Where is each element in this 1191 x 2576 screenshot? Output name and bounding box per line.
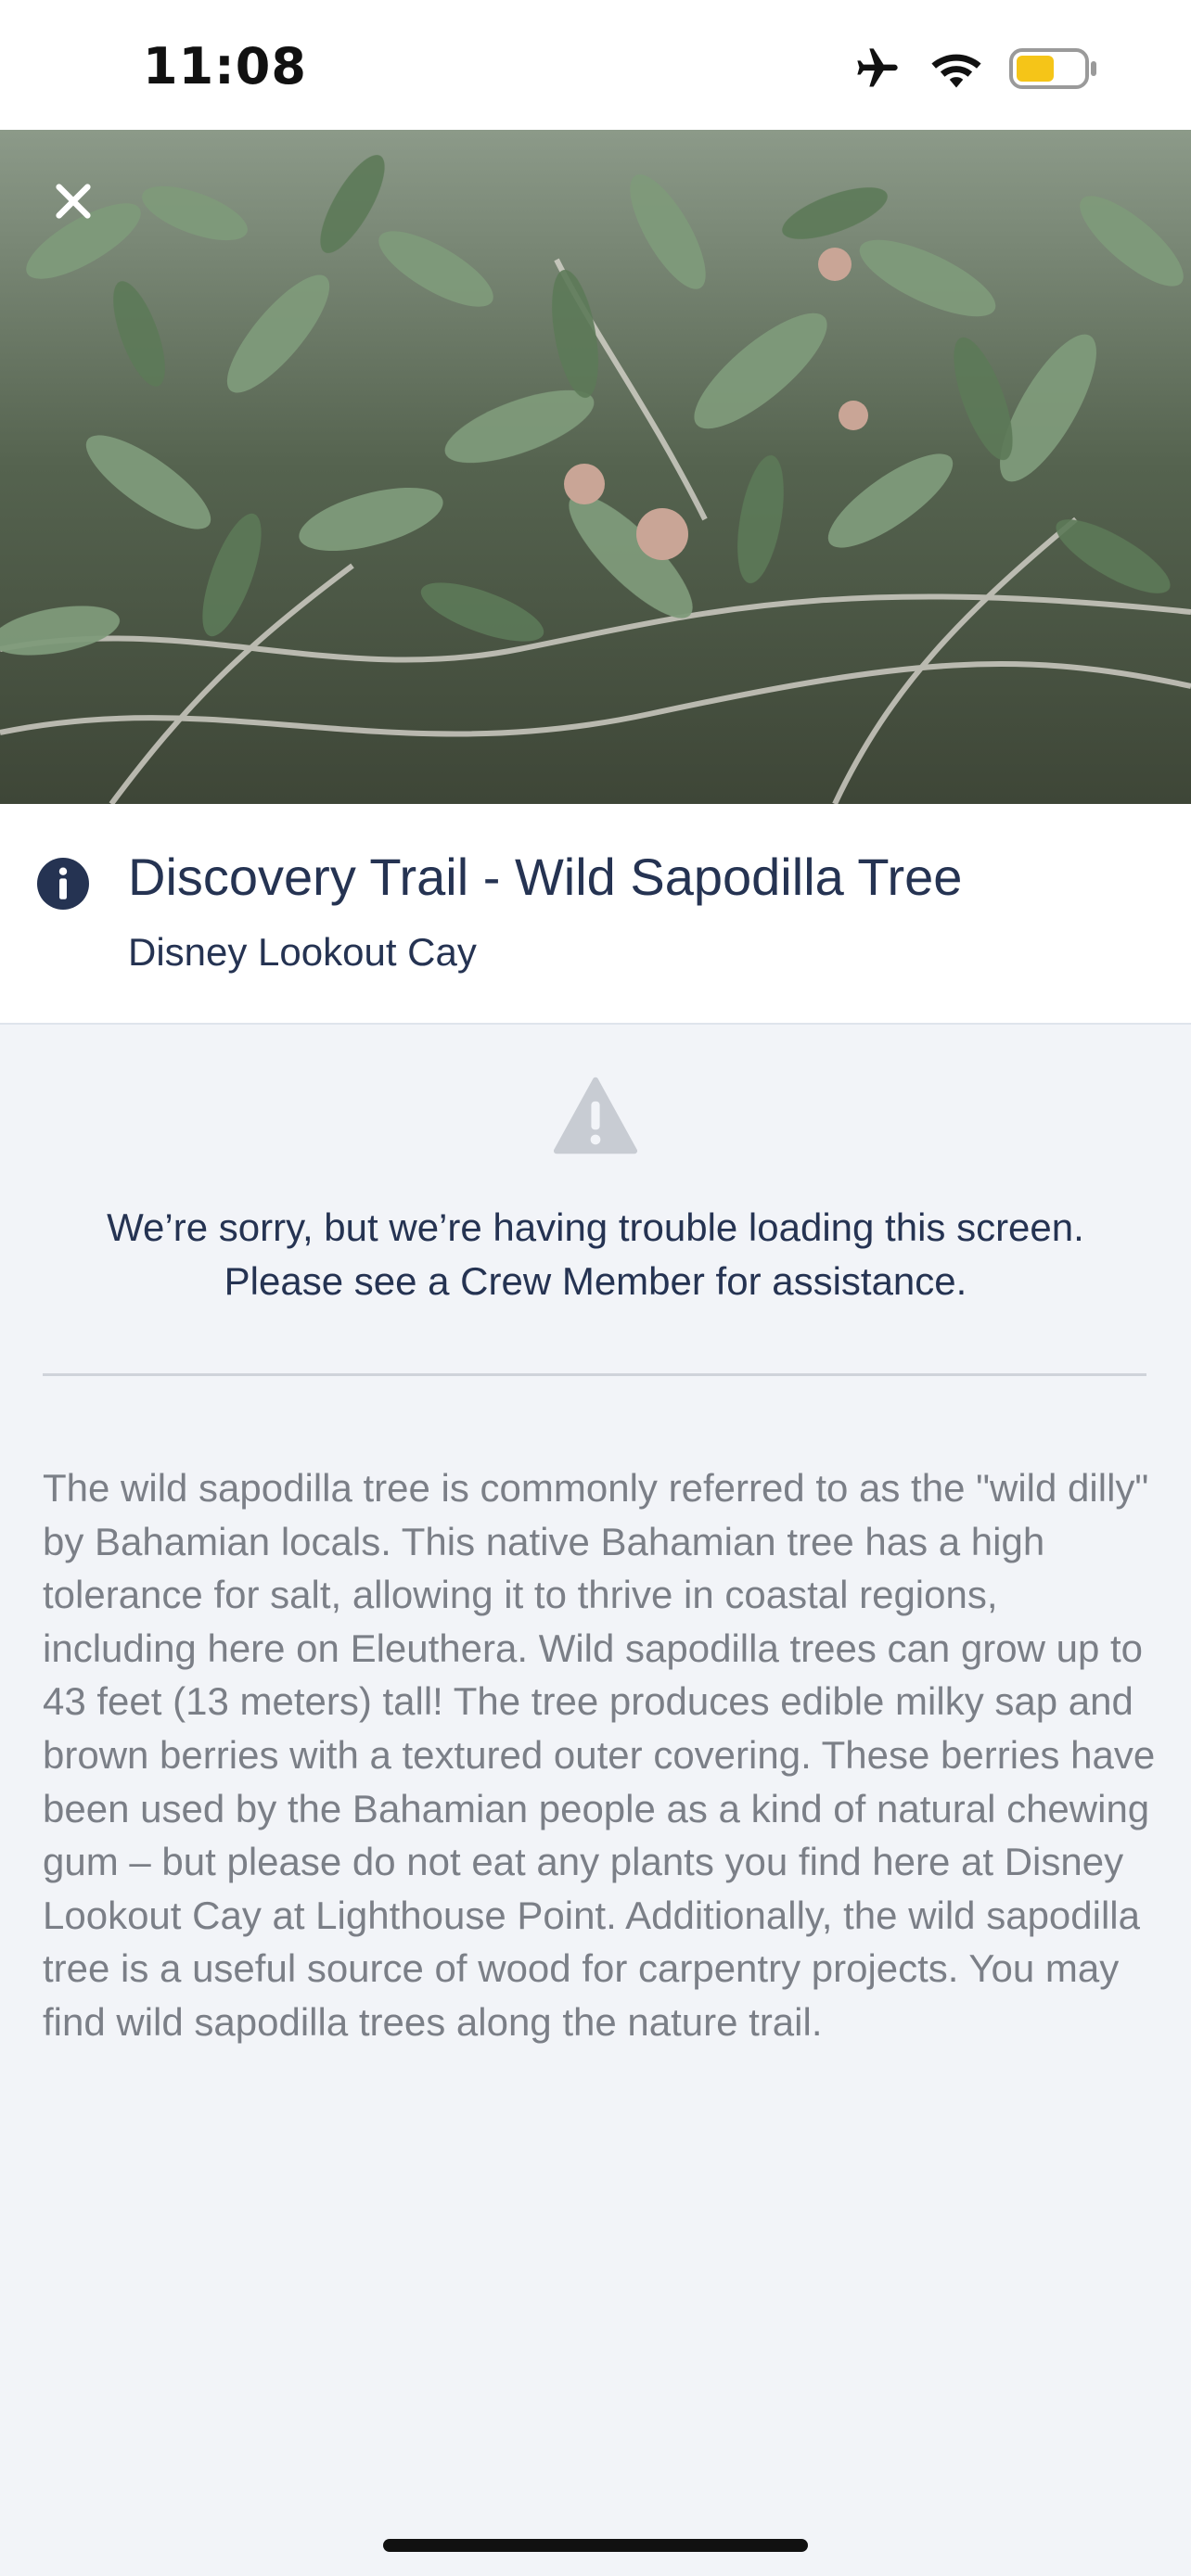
location-subtitle: Disney Lookout Cay xyxy=(128,930,477,974)
status-bar: 11:08 xyxy=(0,0,1191,130)
tree-photo xyxy=(0,130,1191,804)
warning-icon xyxy=(553,1077,638,1154)
info-icon xyxy=(37,858,89,910)
divider xyxy=(43,1373,1146,1376)
header-card: Discovery Trail - Wild Sapodilla Tree Di… xyxy=(0,804,1191,1025)
home-indicator[interactable] xyxy=(383,2539,808,2552)
page-title: Discovery Trail - Wild Sapodilla Tree xyxy=(128,848,963,906)
description-text: The wild sapodilla tree is commonly refe… xyxy=(43,1466,1156,2044)
close-button[interactable] xyxy=(43,171,104,232)
hero-image xyxy=(0,130,1191,804)
battery-icon xyxy=(1009,48,1096,89)
status-time: 11:08 xyxy=(143,37,307,96)
error-message: We’re sorry, but we’re having trouble lo… xyxy=(107,1205,1084,1303)
close-icon xyxy=(56,184,91,219)
status-icons xyxy=(852,41,1098,96)
airplane-icon xyxy=(857,48,898,87)
wifi-icon xyxy=(931,54,981,88)
